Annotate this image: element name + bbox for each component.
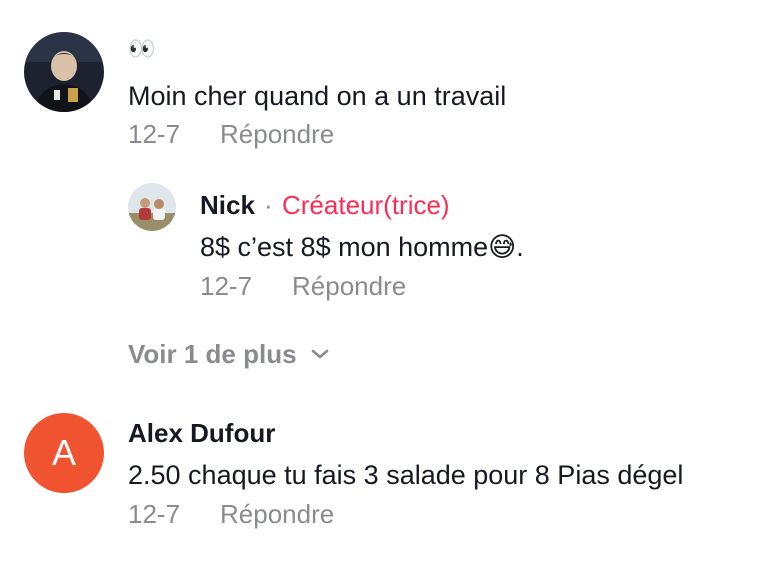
comment-date: 12-7 bbox=[200, 271, 253, 301]
creator-badge: Créateur(trice) bbox=[282, 190, 450, 220]
avatar[interactable]: A bbox=[24, 413, 104, 493]
comment-emoji: 👀 bbox=[128, 36, 156, 61]
user-photo-avatar bbox=[128, 183, 176, 231]
comment-text: Moin cher quand on a un travail bbox=[128, 81, 507, 111]
reply-button[interactable]: Répondre bbox=[292, 273, 406, 299]
comment-date: 12-7 bbox=[128, 119, 181, 149]
view-more-label: Voir 1 de plus bbox=[128, 339, 297, 369]
comment-text: 8$ c’est 8$ mon homme😅. bbox=[200, 232, 524, 262]
view-more-replies-button[interactable]: Voir 1 de plus bbox=[128, 341, 329, 367]
avatar[interactable] bbox=[24, 32, 104, 112]
comment-username[interactable]: Nick bbox=[200, 192, 255, 218]
avatar-initial: A bbox=[51, 432, 76, 473]
user-photo-avatar bbox=[24, 32, 104, 112]
reply-button[interactable]: Répondre bbox=[220, 501, 334, 527]
reply-button[interactable]: Répondre bbox=[220, 121, 334, 147]
chevron-down-icon bbox=[311, 349, 328, 359]
comment-date: 12-7 bbox=[128, 499, 181, 529]
avatar[interactable] bbox=[128, 183, 176, 231]
comment-username[interactable]: Alex Dufour bbox=[128, 420, 275, 446]
comment-text: 2.50 chaque tu fais 3 salade pour 8 Pias… bbox=[128, 460, 684, 490]
name-separator: · bbox=[264, 190, 273, 220]
